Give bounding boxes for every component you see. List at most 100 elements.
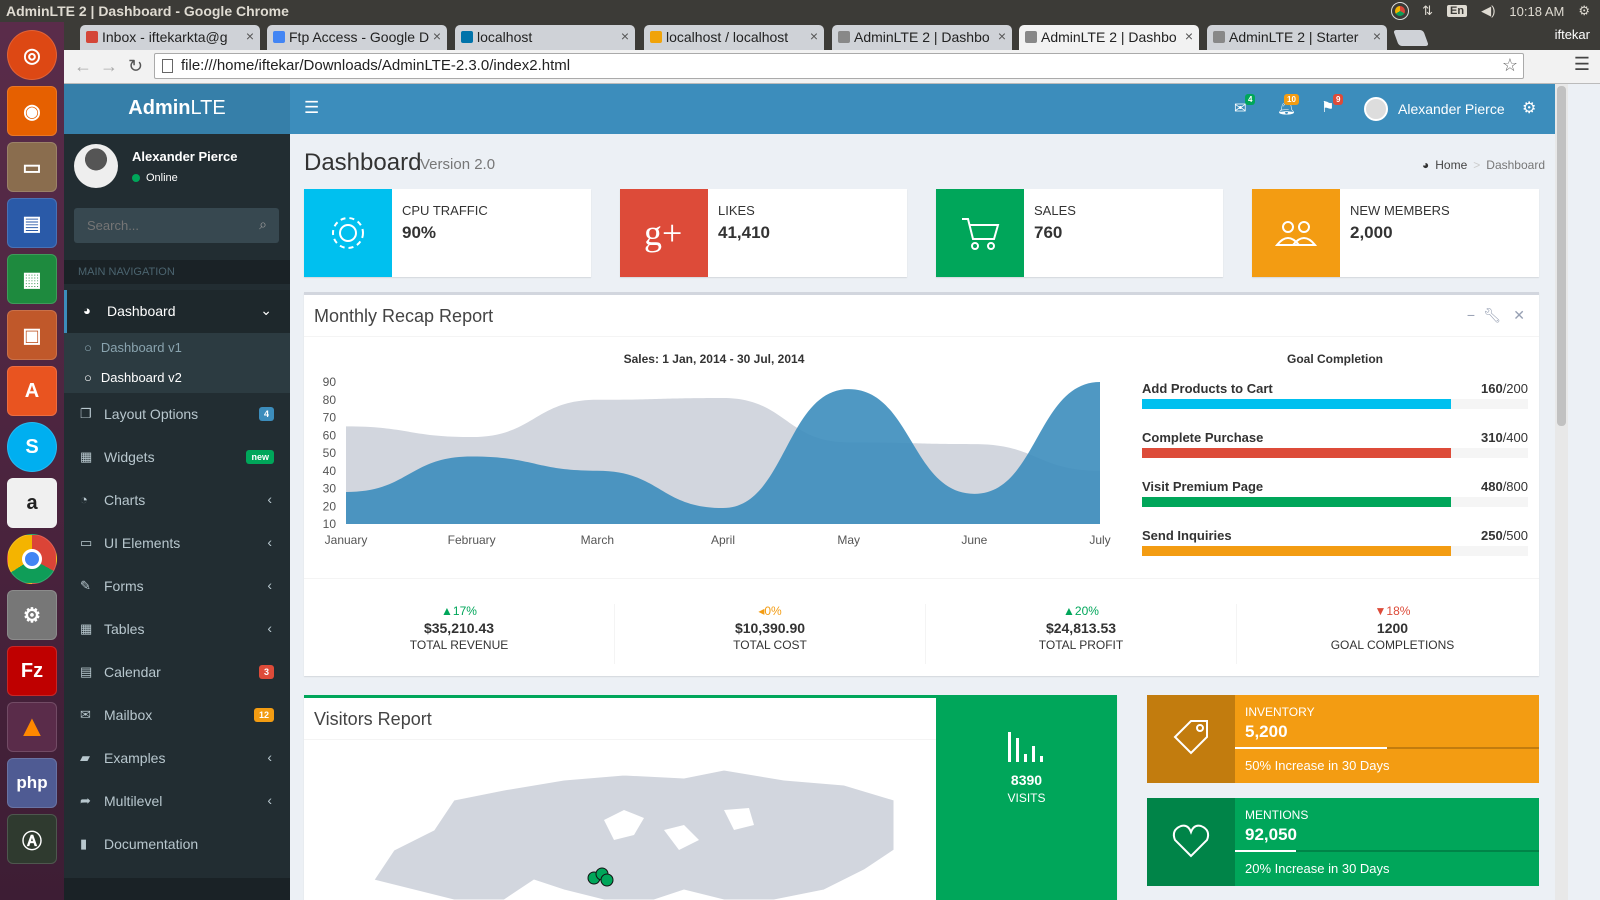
settings-cog-icon[interactable]: ⚙: [1578, 3, 1590, 19]
close-icon[interactable]: ✕: [1513, 307, 1525, 324]
collapse-icon[interactable]: −: [1467, 307, 1475, 323]
tab-close-icon[interactable]: ×: [621, 28, 629, 44]
info-box-label: MENTIONS: [1245, 808, 1309, 822]
percentage-text: 17%: [452, 604, 477, 618]
impress-icon[interactable]: ▣: [7, 310, 57, 360]
user-menu-name[interactable]: Alexander Pierce: [1398, 101, 1505, 117]
bookmark-star-icon[interactable]: ☆: [1502, 55, 1518, 76]
admin-logo[interactable]: AdminLTE: [64, 84, 290, 134]
breadcrumb-home[interactable]: Home: [1435, 158, 1467, 172]
browser-profile-name[interactable]: iftekar: [1555, 27, 1590, 42]
sidebar-item-ui-elements[interactable]: ▭ UI Elements ‹: [64, 522, 290, 565]
sidebar-item-layout-options[interactable]: ❐ Layout Options 4: [64, 393, 290, 436]
sidebar-item-tables[interactable]: ▦ Tables ‹: [64, 608, 290, 651]
browser-tab[interactable]: AdminLTE 2 | Starter ×: [1207, 25, 1387, 50]
sidebar-item-forms[interactable]: ✎ Forms ‹: [64, 565, 290, 608]
info-box-label: CPU TRAFFIC: [402, 203, 488, 218]
sidebar-item-multilevel[interactable]: ➦ Multilevel ‹: [64, 780, 290, 823]
sidebar-toggle-icon[interactable]: ☰: [304, 98, 319, 118]
goal-progress-group: Send Inquiries 250/500: [1142, 528, 1528, 577]
browser-tab[interactable]: localhost ×: [455, 25, 635, 50]
tab-favicon-icon: [461, 31, 473, 43]
sidebar-item-calendar[interactable]: ▤ Calendar 3: [64, 651, 290, 694]
user-avatar-small[interactable]: [1364, 97, 1388, 121]
scrollbar-thumb[interactable]: [1557, 86, 1566, 426]
tab-close-icon[interactable]: ×: [810, 28, 818, 44]
sidebar-item-documentation[interactable]: ▮ Documentation: [64, 823, 290, 866]
laptop-icon: ▭: [80, 535, 93, 550]
sidebar-item-badge: 3: [258, 665, 274, 679]
network-icon[interactable]: ⇅: [1422, 3, 1433, 19]
new-tab-button[interactable]: [1393, 30, 1429, 46]
chrome-menu-icon[interactable]: ☰: [1574, 54, 1590, 75]
reload-icon[interactable]: ↻: [128, 56, 143, 77]
wrench-icon[interactable]: 🔧︎: [1483, 307, 1501, 324]
keyboard-lang-indicator[interactable]: En: [1447, 5, 1468, 17]
clock[interactable]: 10:18 AM: [1509, 4, 1564, 19]
info-box-number: 90%: [402, 223, 437, 242]
skype-icon[interactable]: S: [7, 422, 57, 472]
tab-close-icon[interactable]: ×: [1185, 28, 1193, 44]
tab-close-icon[interactable]: ×: [246, 28, 254, 44]
software-center-icon[interactable]: A: [7, 366, 57, 416]
tab-close-icon[interactable]: ×: [433, 28, 441, 44]
sidebar-search-input[interactable]: [74, 208, 244, 243]
filezilla-icon[interactable]: Fz: [7, 646, 57, 696]
goal-total: /800: [1502, 479, 1528, 494]
info-box-label: INVENTORY: [1245, 705, 1315, 719]
sidebar-item-mailbox[interactable]: ✉ Mailbox 12: [64, 694, 290, 737]
writer-icon[interactable]: ▤: [7, 198, 57, 248]
sidebar-item-examples[interactable]: ▰ Examples ‹: [64, 737, 290, 780]
chevron-left-icon: ‹: [267, 577, 272, 593]
sidebar-item-dashboard[interactable]: ◕ Dashboard ⌄: [64, 290, 290, 333]
browser-tab[interactable]: localhost / localhost ×: [644, 25, 824, 50]
sidebar-item-badge: 12: [253, 708, 274, 722]
caret-icon: ▲: [441, 604, 453, 618]
goal-label: Complete Purchase: [1142, 430, 1264, 445]
browser-tab[interactable]: AdminLTE 2 | Dashbo ×: [1019, 25, 1199, 50]
tab-close-icon[interactable]: ×: [1373, 28, 1381, 44]
php-icon[interactable]: php: [7, 758, 57, 808]
sidebar-item-widgets[interactable]: ▦ Widgets new: [64, 436, 290, 479]
calc-icon[interactable]: ▦: [7, 254, 57, 304]
browser-tab[interactable]: Inbox - iftekarkta@g ×: [80, 25, 260, 50]
monthly-recap-box: Monthly Recap Report − 🔧︎ ✕ Sales: 1 Jan…: [304, 292, 1539, 676]
tab-close-icon[interactable]: ×: [998, 28, 1006, 44]
pie-chart-icon: ◔: [80, 492, 88, 507]
circle-icon: ○: [84, 370, 92, 385]
volume-icon[interactable]: ◀): [1481, 3, 1495, 19]
tab-title: AdminLTE 2 | Dashbo: [854, 29, 990, 45]
dashboard-icon: ◕: [83, 303, 91, 318]
browser-tab[interactable]: Ftp Access - Google D ×: [267, 25, 447, 50]
window-title: AdminLTE 2 | Dashboard - Google Chrome: [6, 3, 289, 19]
goal-total: /400: [1502, 430, 1528, 445]
description-block: ◂0% $10,390.90 TOTAL COST: [615, 604, 926, 664]
address-bar[interactable]: file:///home/iftekar/Downloads/AdminLTE-…: [154, 53, 1524, 79]
sidebar-item-charts[interactable]: ◔ Charts ‹: [64, 479, 290, 522]
goal-done: 310: [1480, 430, 1503, 445]
control-sidebar-cogs-icon[interactable]: ⚙: [1522, 98, 1536, 118]
app-launcher-icon[interactable]: Ⓐ: [7, 814, 57, 864]
amazon-icon[interactable]: a: [7, 478, 57, 528]
system-settings-icon[interactable]: ⚙: [7, 590, 57, 640]
chrome-tray-icon[interactable]: [1391, 2, 1410, 20]
browser-tab[interactable]: AdminLTE 2 | Dashbo ×: [832, 25, 1012, 50]
sales-chart: Sales: 1 Jan, 2014 - 30 Jul, 2014 10 20 30…: [314, 352, 1114, 552]
map-marker[interactable]: [600, 873, 614, 887]
ubuntu-dash-icon[interactable]: ◎: [7, 30, 57, 80]
progress-description: 20% Increase in 30 Days: [1245, 861, 1390, 876]
search-icon[interactable]: ⌕: [259, 216, 267, 233]
chrome-launcher-icon[interactable]: [7, 534, 57, 584]
nav-header: MAIN NAVIGATION: [64, 260, 290, 284]
firefox-icon[interactable]: ◉: [7, 86, 57, 136]
shopping-cart-icon: [936, 189, 1024, 277]
tab-title: localhost: [477, 29, 533, 45]
x-tick-label: February: [448, 533, 496, 547]
vlc-icon[interactable]: ▲: [7, 702, 57, 752]
files-icon[interactable]: ▭: [7, 142, 57, 192]
x-tick-label: April: [711, 533, 735, 547]
submenu-dashboard-v2[interactable]: ○ Dashboard v2: [84, 370, 182, 385]
submenu-dashboard-v1[interactable]: ○ Dashboard v1: [84, 340, 182, 355]
forward-icon[interactable]: →: [100, 56, 118, 77]
back-icon[interactable]: ←: [74, 56, 92, 77]
